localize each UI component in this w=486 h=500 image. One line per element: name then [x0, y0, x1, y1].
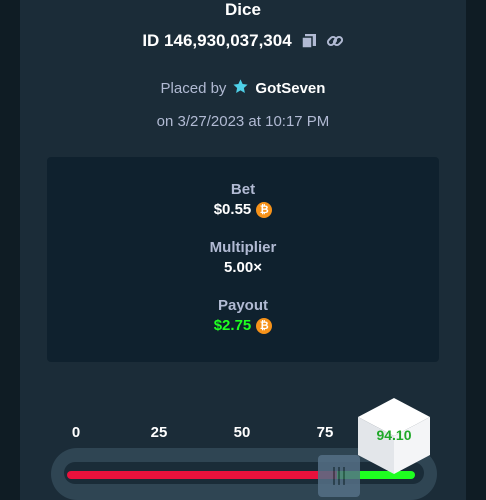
multiplier-value: 5.00× — [224, 259, 262, 276]
bitcoin-icon: ₿ — [256, 201, 273, 218]
tick-label: 25 — [150, 424, 168, 441]
bet-id-row: ID 146,930,037,304 — [0, 31, 486, 51]
tick-label: 75 — [316, 424, 334, 441]
payout-amount: $2.75 ₿ — [47, 317, 439, 334]
tick-label: 50 — [233, 424, 251, 441]
loss-range-bar — [67, 471, 337, 479]
link-icon[interactable] — [326, 32, 344, 50]
bitcoin-icon: ₿ — [256, 317, 273, 334]
username-link[interactable]: GotSeven — [255, 80, 325, 97]
vip-star-icon — [232, 78, 249, 99]
dice-result: 94.10 — [376, 427, 412, 443]
placed-by-label: Placed by — [160, 80, 227, 97]
payout-stat: Payout $2.75 ₿ — [47, 297, 439, 334]
multiplier-label: Multiplier — [209, 239, 277, 256]
multiplier-stat: Multiplier 5.00× — [47, 239, 439, 276]
bet-value: $0.55 — [213, 201, 252, 218]
bet-amount: $0.55 ₿ — [47, 201, 439, 218]
bet-label: Bet — [230, 181, 256, 198]
bet-id: ID 146,930,037,304 — [142, 31, 292, 50]
tick-label: 0 — [71, 424, 81, 441]
payout-value: $2.75 — [213, 317, 252, 334]
payout-label: Payout — [217, 297, 268, 314]
bet-date: on 3/27/2023 at 10:17 PM — [156, 113, 330, 130]
bet-details-card: Bet $0.55 ₿ Multiplier 5.00× Payout $2.7… — [47, 157, 439, 362]
placed-by-row: Placed by GotSeven — [0, 78, 486, 99]
bet-amount-stat: Bet $0.55 ₿ — [47, 181, 439, 218]
slider-handle[interactable] — [318, 455, 360, 497]
copy-icon[interactable] — [300, 32, 318, 50]
game-title: Dice — [225, 0, 261, 19]
